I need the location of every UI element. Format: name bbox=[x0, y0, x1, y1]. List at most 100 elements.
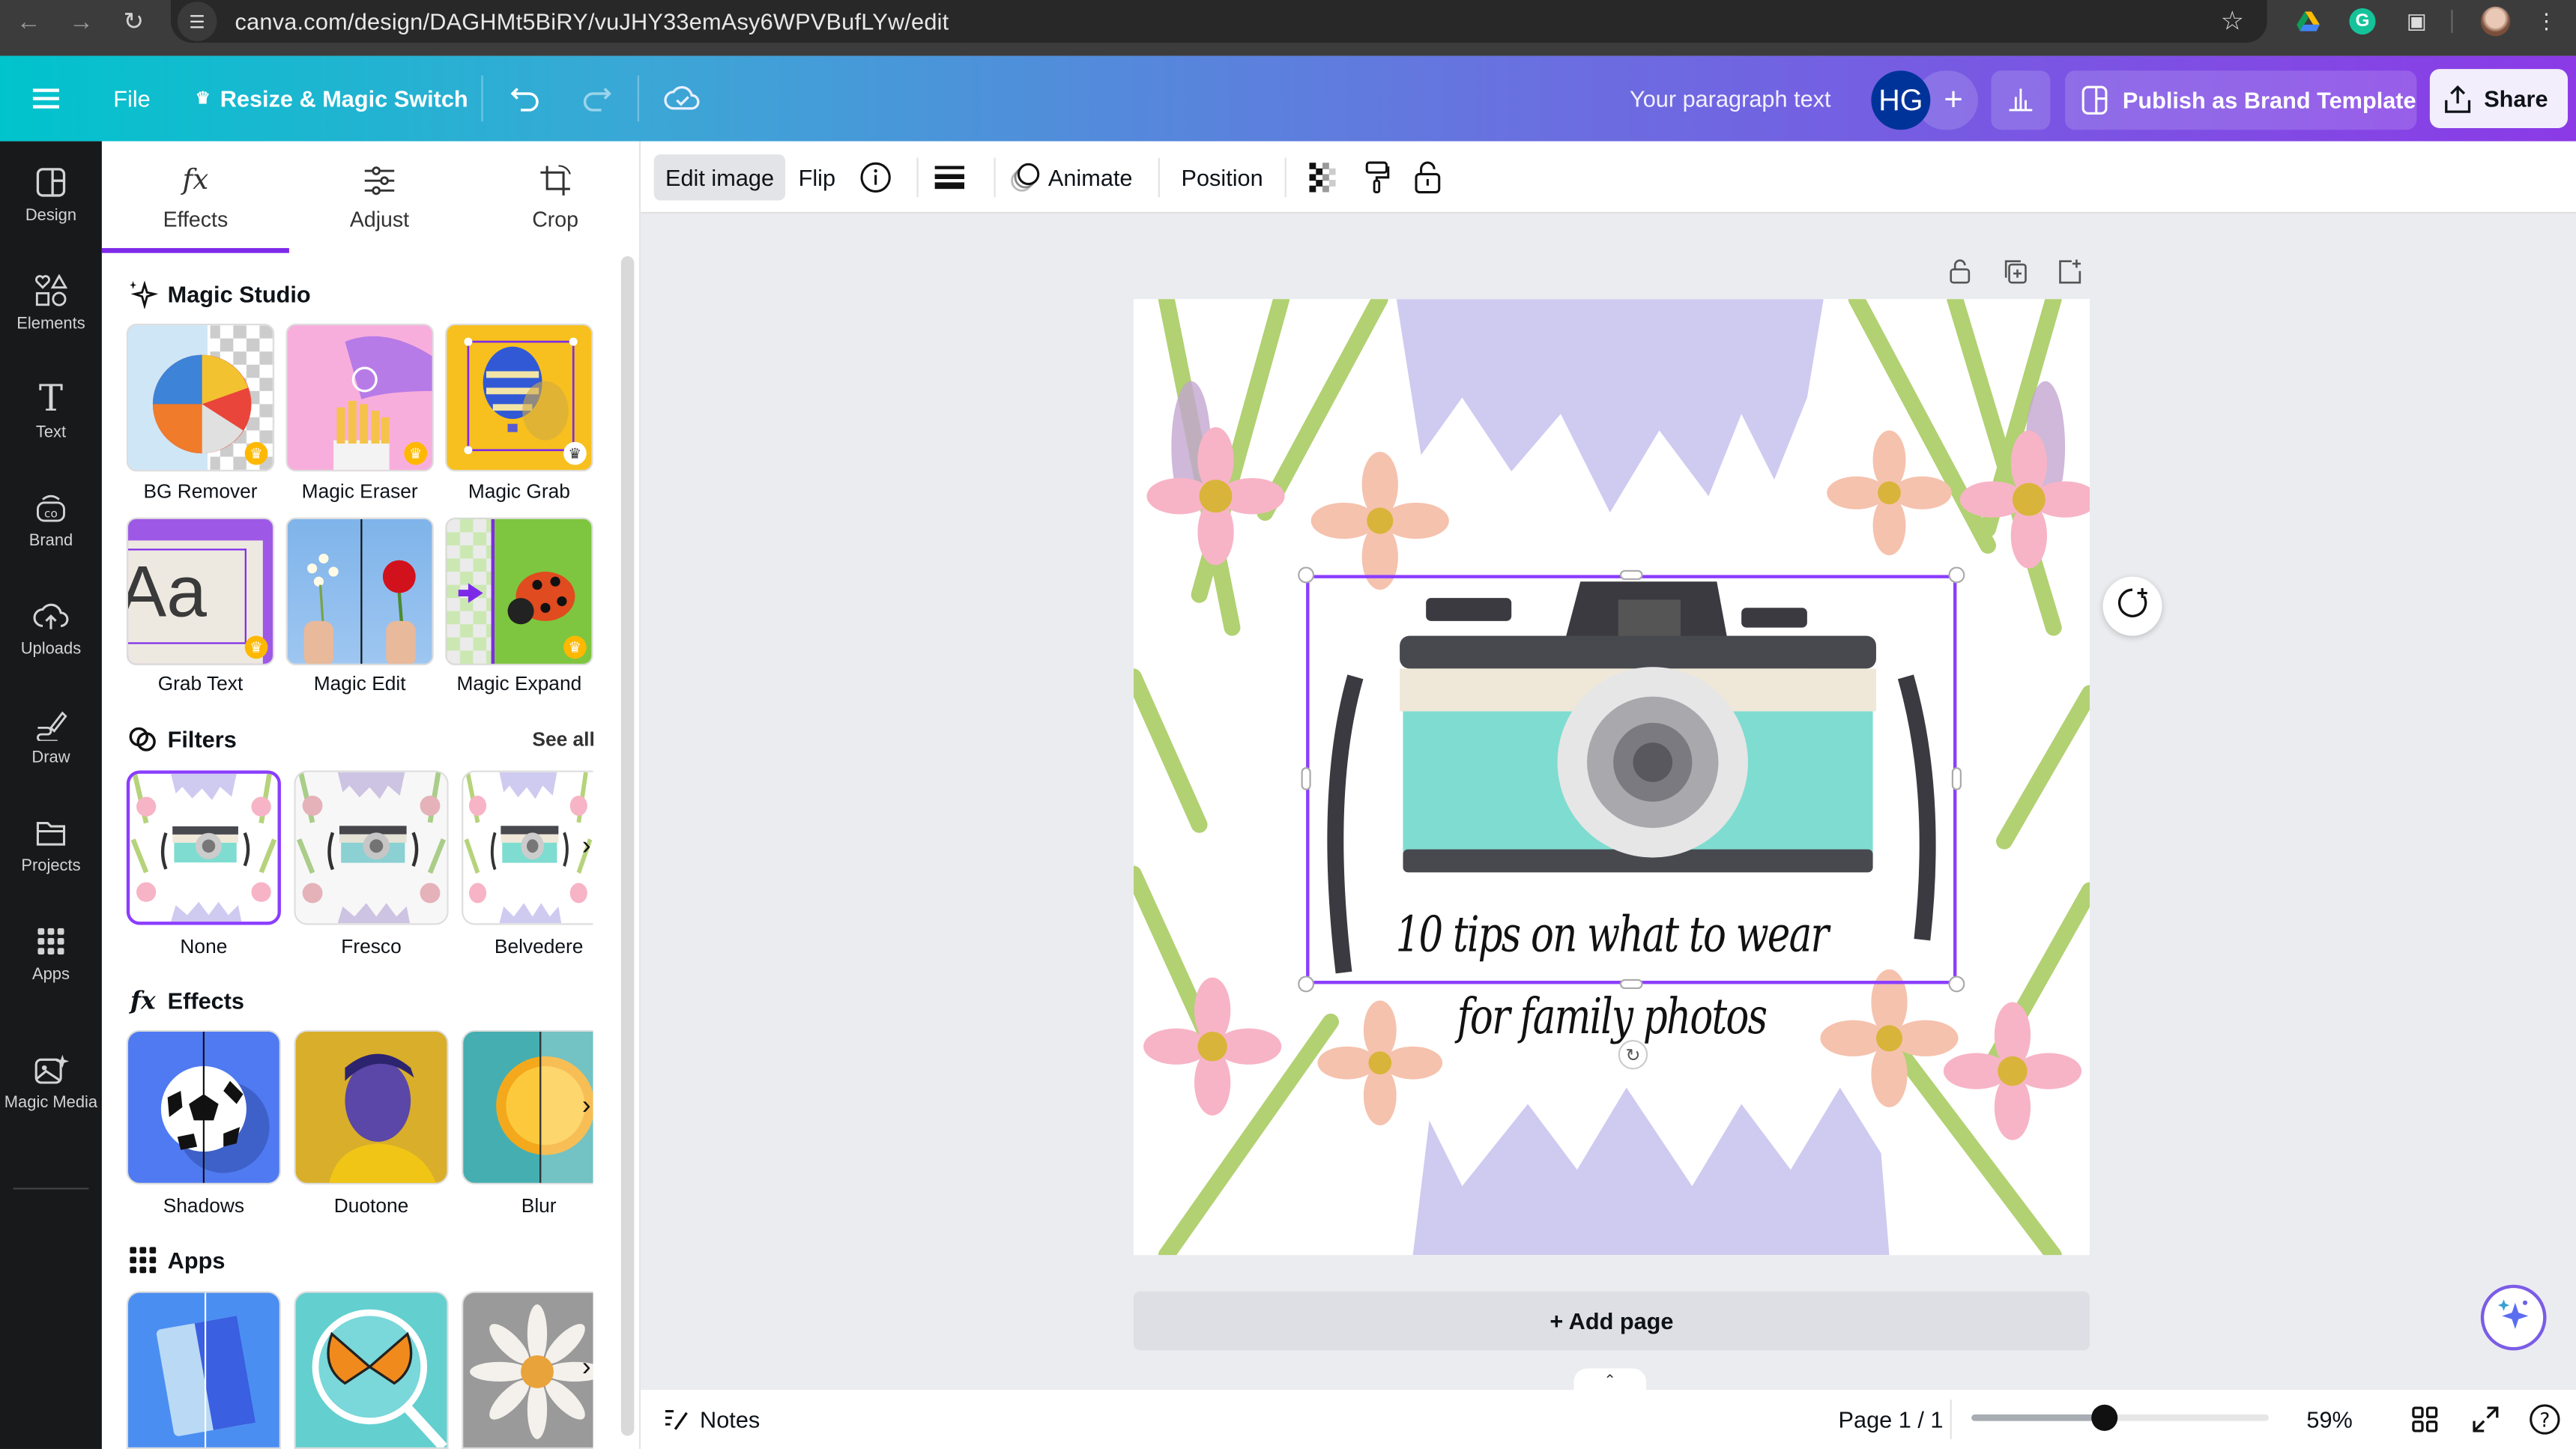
resize-handle-top-left[interactable] bbox=[1298, 566, 1315, 584]
hamburger-icon[interactable] bbox=[32, 56, 59, 142]
resize-handle-top-right[interactable] bbox=[1948, 566, 1965, 584]
menu-icon[interactable]: ⋮ bbox=[2530, 5, 2563, 38]
lock-page-icon[interactable] bbox=[1948, 256, 1971, 285]
filters-see-all-link[interactable]: See all bbox=[532, 727, 594, 751]
bookmark-star-icon[interactable]: ☆ bbox=[2221, 5, 2244, 38]
edit-image-button[interactable]: Edit image bbox=[653, 154, 786, 201]
back-icon[interactable]: ← bbox=[16, 0, 41, 43]
duplicate-page-icon[interactable] bbox=[2003, 256, 2029, 285]
notes-button[interactable]: Notes bbox=[664, 1390, 760, 1449]
add-page-icon[interactable] bbox=[2057, 256, 2083, 285]
browser-chrome: ← → ↻ ☰ canva.com/design/DAGHMt5BiRY/vuJ… bbox=[0, 0, 2576, 56]
tool-magic-edit[interactable] bbox=[285, 517, 434, 666]
site-settings-icon[interactable]: ☰ bbox=[177, 1, 217, 41]
filter-none[interactable] bbox=[126, 770, 281, 925]
rail-item-design[interactable]: Design bbox=[0, 142, 102, 241]
tool-magic-grab[interactable]: ♛ bbox=[445, 323, 593, 472]
rail-label: Projects bbox=[21, 857, 81, 876]
publish-brand-template-button[interactable]: Publish as Brand Template bbox=[2065, 70, 2417, 130]
rail-item-text[interactable]: T Text bbox=[0, 358, 102, 457]
rail-item-uploads[interactable]: Uploads bbox=[0, 575, 102, 674]
position-button[interactable]: Position bbox=[1181, 154, 1263, 200]
chevron-up-icon[interactable]: ⌃ bbox=[1573, 1368, 1646, 1392]
regenerate-comment-button[interactable] bbox=[2102, 576, 2162, 636]
rail-item-apps[interactable]: Apps bbox=[0, 901, 102, 999]
app-tile-1[interactable] bbox=[126, 1291, 281, 1449]
rail-item-magic-media[interactable]: Magic Media bbox=[0, 1029, 102, 1128]
tool-grab-text[interactable]: Aa ♛ bbox=[126, 517, 275, 666]
filter-fresco[interactable] bbox=[294, 770, 449, 925]
info-icon[interactable] bbox=[859, 154, 892, 200]
filters-icon bbox=[128, 726, 157, 752]
resize-handle-top[interactable] bbox=[1619, 569, 1643, 581]
rail-label: Text bbox=[35, 423, 67, 442]
magic-assistant-button[interactable] bbox=[2480, 1284, 2547, 1351]
lemon-icon bbox=[496, 1032, 593, 1183]
forward-icon[interactable]: → bbox=[69, 0, 94, 43]
share-button[interactable]: Share bbox=[2429, 69, 2569, 129]
transparency-icon[interactable] bbox=[1309, 154, 1339, 200]
resize-handle-right[interactable] bbox=[1951, 766, 1962, 790]
help-icon[interactable]: ? bbox=[2528, 1390, 2561, 1449]
insights-button[interactable] bbox=[1991, 70, 2051, 130]
lines-icon[interactable] bbox=[934, 154, 965, 200]
sliders-icon bbox=[363, 161, 396, 201]
google-drive-icon[interactable] bbox=[2292, 5, 2325, 38]
chevron-right-icon[interactable]: › bbox=[577, 1352, 596, 1385]
tool-magic-eraser[interactable]: ♛ bbox=[285, 323, 434, 472]
resize-magic-switch-button[interactable]: ♛ Resize & Magic Switch bbox=[196, 56, 468, 142]
effect-shadows[interactable] bbox=[126, 1029, 281, 1185]
animate-icon bbox=[1009, 161, 1041, 194]
filter-belvedere[interactable] bbox=[462, 770, 593, 925]
animate-button[interactable]: Animate bbox=[1009, 154, 1132, 200]
panel-scrollbar[interactable] bbox=[620, 256, 635, 1436]
user-avatar[interactable]: HG bbox=[1871, 70, 1931, 130]
divider bbox=[916, 157, 919, 198]
resize-handle-left[interactable] bbox=[1301, 766, 1311, 790]
divider bbox=[1158, 157, 1160, 198]
redo-icon[interactable] bbox=[580, 56, 613, 142]
undo-icon[interactable] bbox=[510, 56, 542, 142]
section-title: Magic Studio bbox=[167, 280, 311, 308]
grammarly-icon[interactable]: G bbox=[2346, 5, 2379, 38]
filters-heading: Filters bbox=[128, 726, 237, 752]
grid-view-icon[interactable] bbox=[2412, 1390, 2438, 1449]
tab-crop[interactable]: Crop bbox=[470, 142, 641, 250]
add-page-button[interactable]: + Add page bbox=[1133, 1291, 2090, 1351]
chevron-right-icon[interactable]: › bbox=[577, 1091, 596, 1124]
copy-style-icon[interactable] bbox=[1364, 154, 1390, 200]
rotate-handle-icon[interactable]: ↻ bbox=[1618, 1039, 1648, 1070]
tab-adjust[interactable]: Adjust bbox=[289, 142, 470, 250]
file-menu[interactable]: File bbox=[113, 56, 150, 142]
rail-item-brand[interactable]: co Brand bbox=[0, 467, 102, 566]
design-title-line-2[interactable]: for family photos bbox=[1239, 989, 1984, 1047]
rail-item-elements[interactable]: Elements bbox=[0, 249, 102, 348]
design-title-line-1[interactable]: 10 tips on what to wear bbox=[1239, 907, 1984, 964]
profile-avatar[interactable] bbox=[2479, 5, 2512, 38]
tab-effects[interactable]: fx Effects bbox=[102, 142, 289, 250]
app-tile-2[interactable] bbox=[294, 1291, 449, 1449]
rail-label: Draw bbox=[31, 748, 70, 767]
extensions-icon[interactable]: ▣ bbox=[2400, 5, 2433, 38]
chevron-right-icon[interactable]: › bbox=[577, 832, 596, 865]
tool-magic-expand[interactable]: ♛ bbox=[445, 517, 593, 666]
app-tile-3[interactable] bbox=[462, 1291, 593, 1449]
fullscreen-icon[interactable] bbox=[2473, 1390, 2499, 1449]
page-indicator[interactable]: Page 1 / 1 bbox=[1839, 1390, 1944, 1449]
reload-icon[interactable]: ↻ bbox=[123, 0, 144, 43]
tool-bg-remover[interactable]: ♛ bbox=[126, 323, 275, 472]
lock-icon[interactable] bbox=[1415, 154, 1441, 200]
rail-item-draw[interactable]: Draw bbox=[0, 683, 102, 782]
zoom-slider-track[interactable] bbox=[1971, 1414, 2269, 1421]
address-bar[interactable]: ☰ canva.com/design/DAGHMt5BiRY/vuJHY33em… bbox=[171, 0, 2267, 43]
tool-label: Magic Grab bbox=[468, 480, 570, 503]
zoom-percentage[interactable]: 59% bbox=[2306, 1390, 2352, 1449]
effect-duotone[interactable] bbox=[294, 1029, 449, 1185]
flip-button[interactable]: Flip bbox=[799, 154, 835, 200]
filter-preview-image bbox=[463, 772, 593, 924]
resize-handle-bottom[interactable] bbox=[1619, 978, 1643, 990]
effect-blur[interactable] bbox=[462, 1029, 593, 1185]
cloud-check-icon[interactable] bbox=[664, 56, 700, 142]
rail-item-projects[interactable]: Projects bbox=[0, 792, 102, 891]
design-title[interactable]: Your paragraph text bbox=[1630, 56, 1831, 142]
